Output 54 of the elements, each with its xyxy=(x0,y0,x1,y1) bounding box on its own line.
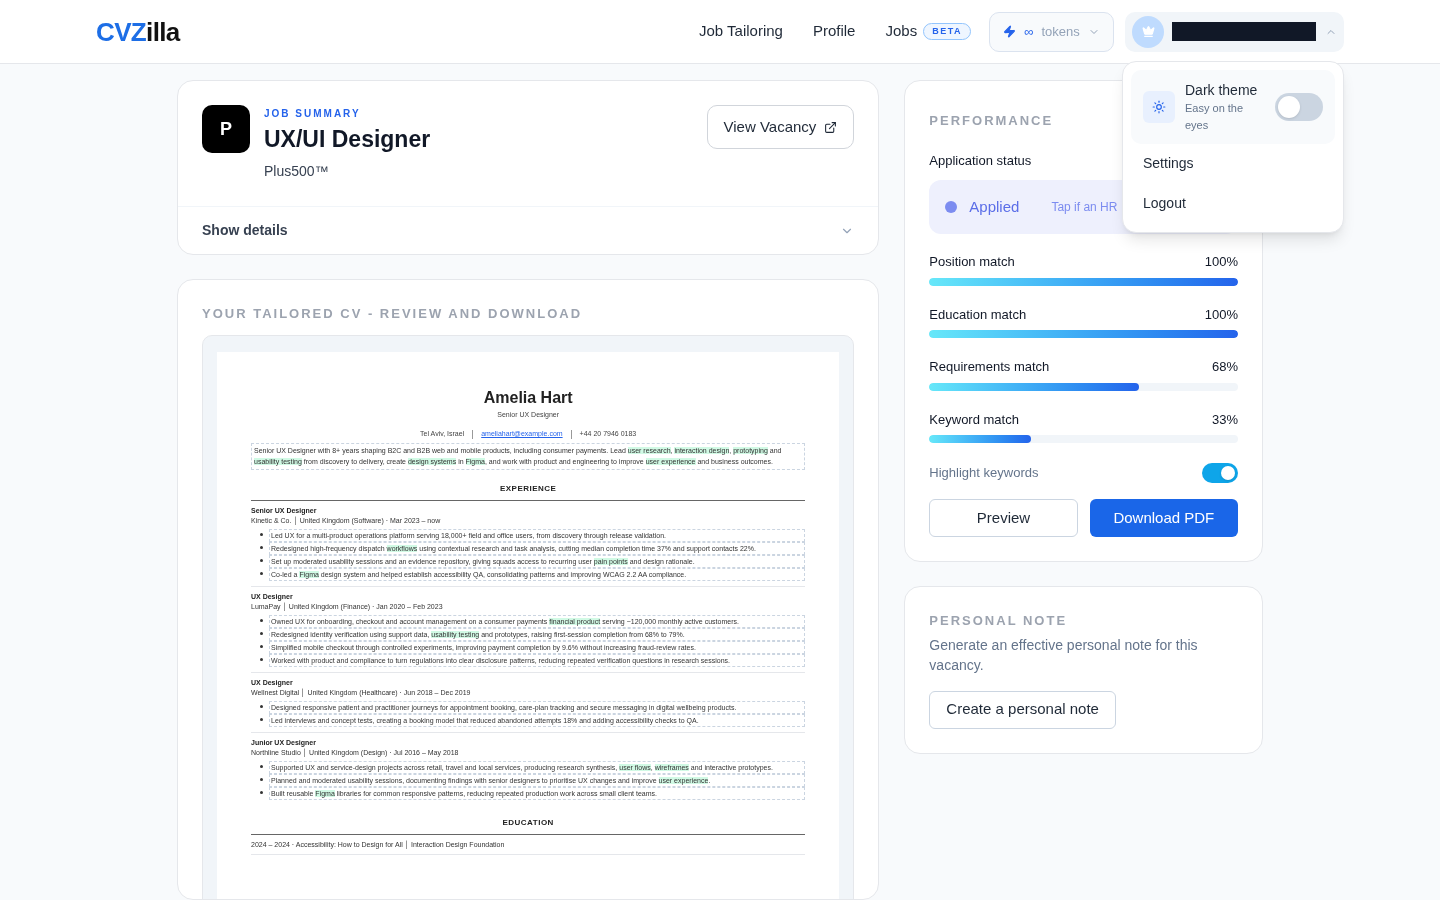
cv-section-heading: EXPERIENCE xyxy=(498,482,558,495)
bullet-icon xyxy=(260,657,263,661)
bullet-icon xyxy=(260,618,263,622)
nav-link[interactable]: Profile xyxy=(812,20,856,43)
menu-item-subtitle: Easy on the eyes xyxy=(1185,100,1245,133)
metric-value: 100% xyxy=(1204,253,1238,271)
company-name: Plus500™ xyxy=(264,162,330,181)
create-note-button[interactable]: Create a personal note xyxy=(929,690,1116,729)
toggle-label: Highlight keywords xyxy=(929,464,1039,483)
download-button[interactable]: Download PDF xyxy=(1089,499,1238,537)
note-description: Generate an effective personal note for this vacancy. xyxy=(929,635,1199,675)
external-link-icon xyxy=(824,120,838,134)
section-heading: YOUR TAILORED CV - REVIEW AND DOWNLOAD xyxy=(202,305,584,323)
section-heading: PERSONAL NOTE xyxy=(929,612,1069,630)
bullet-icon xyxy=(260,704,263,708)
bullet-icon xyxy=(260,717,263,721)
bullet-icon xyxy=(260,532,263,536)
bullet-icon xyxy=(260,571,263,575)
tokens-button[interactable]: ∞ tokens xyxy=(989,11,1114,52)
metric-label: Position match xyxy=(929,253,1015,271)
beta-badge: BETA xyxy=(923,22,971,41)
metric-value: 100% xyxy=(1204,305,1238,324)
cv-section-heading: EDUCATION xyxy=(501,816,555,829)
bullet-icon xyxy=(260,558,263,562)
bolt-icon xyxy=(1003,25,1017,38)
bullet-icon xyxy=(260,644,263,648)
metric-value: 68% xyxy=(1211,358,1238,376)
cv-name: Amelia Hart xyxy=(483,387,573,408)
company-avatar: P xyxy=(202,105,250,153)
highlight-toggle[interactable] xyxy=(1202,463,1238,483)
logo[interactable]: CVZilla xyxy=(96,18,180,45)
bullet-icon xyxy=(260,545,263,549)
metric-value: 33% xyxy=(1211,410,1238,429)
eyebrow-label: JOB SUMMARY xyxy=(264,107,362,121)
show-details-toggle[interactable]: Show details xyxy=(178,206,879,254)
preview-button[interactable]: Preview xyxy=(929,499,1078,537)
menu-item-title: Dark theme xyxy=(1185,80,1259,100)
metric-label: Keyword match xyxy=(929,410,1019,429)
account-button[interactable] xyxy=(1125,11,1344,52)
bullet-icon xyxy=(260,631,263,635)
nav-link[interactable]: Jobs xyxy=(885,20,918,43)
avatar-icon xyxy=(1132,15,1164,48)
job-title: UX/UI Designer xyxy=(264,125,432,154)
nav-link[interactable]: Job Tailoring xyxy=(699,20,783,43)
bullet-icon xyxy=(260,790,263,794)
view-vacancy-button[interactable]: View Vacancy xyxy=(706,105,855,149)
theme-toggle[interactable] xyxy=(1275,92,1323,121)
field-label: Application status xyxy=(929,151,1032,170)
metric-label: Requirements match xyxy=(929,358,1050,376)
bullet-icon xyxy=(260,777,263,781)
bullet-icon xyxy=(260,764,263,768)
sun-icon xyxy=(1143,90,1175,123)
metric-label: Education match xyxy=(929,305,1027,324)
section-heading: PERFORMANCE xyxy=(929,112,1054,130)
